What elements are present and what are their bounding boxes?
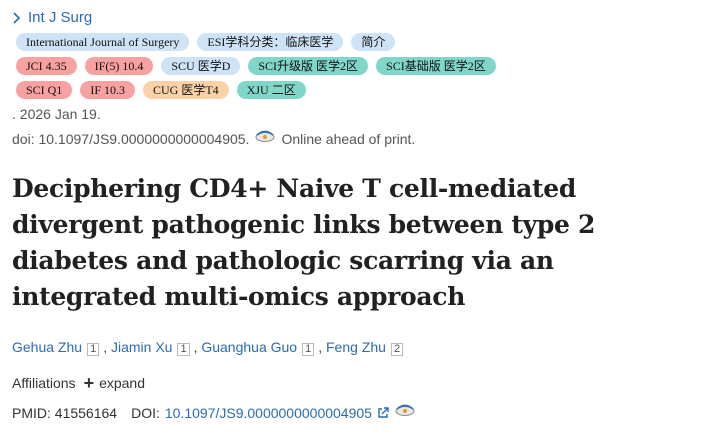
doi-value: 10.1097/JS9.0000000000004905 [164, 405, 372, 421]
pmid-label: PMID: [12, 405, 51, 421]
author-separator: , [193, 339, 198, 355]
chevron-right-icon [13, 11, 21, 24]
badge-esi-category[interactable]: ESI学科分类：临床医学 [197, 33, 344, 51]
author-link[interactable]: Jiamin Xu [111, 339, 172, 355]
badge-sci-upgraded[interactable]: SCI升级版 医学2区 [248, 57, 369, 75]
doi-group: DOI: 10.1097/JS9.0000000000004905 [131, 403, 416, 421]
external-link-icon [378, 407, 389, 418]
badge-row-2: JCI 4.35 IF(5) 10.4 SCU 医学D SCI升级版 医学2区 … [16, 57, 496, 75]
pmid-group: PMID: 41556164 [12, 405, 117, 421]
journal-label: Int J Surg [28, 9, 93, 26]
plus-icon: + [83, 373, 95, 393]
badge-if[interactable]: IF 10.3 [80, 81, 136, 99]
author-separator: , [103, 339, 108, 355]
author-link[interactable]: Gehua Zhu [12, 339, 82, 355]
badge-cug[interactable]: CUG 医学T4 [143, 81, 229, 99]
affiliation-ref[interactable]: 1 [302, 343, 315, 356]
affiliation-ref[interactable]: 1 [177, 343, 190, 356]
publication-date: . 2026 Jan 19. [12, 106, 101, 122]
online-ahead-icon[interactable] [254, 129, 276, 143]
journal-link[interactable]: Int J Surg [12, 9, 92, 26]
author-separator: , [318, 339, 323, 355]
doi-link[interactable]: 10.1097/JS9.0000000000004905 [165, 405, 389, 421]
badge-sci-basic[interactable]: SCI基础版 医学2区 [376, 57, 496, 75]
identifiers: PMID: 41556164 DOI: 10.1097/JS9.00000000… [12, 403, 416, 421]
affiliation-ref[interactable]: 1 [87, 343, 100, 356]
affiliations-label: Affiliations [12, 375, 76, 391]
online-ahead-icon[interactable] [394, 403, 416, 417]
badge-row-1: International Journal of Surgery ESI学科分类… [16, 33, 396, 51]
citation-doi-line: doi: 10.1097/JS9.0000000000004905. Onlin… [12, 129, 416, 147]
badge-intro[interactable]: 简介 [351, 33, 396, 51]
expand-button[interactable]: + expand [83, 373, 146, 393]
badge-jci[interactable]: JCI 4.35 [16, 57, 77, 75]
article-title: Deciphering CD4+ Naive T cell-mediated d… [12, 174, 596, 311]
author-link[interactable]: Feng Zhu [326, 339, 386, 355]
badge-if5[interactable]: IF(5) 10.4 [84, 57, 154, 75]
badge-row-3: SCI Q1 IF 10.3 CUG 医学T4 XJU 二区 [16, 81, 306, 99]
author-list: Gehua Zhu 1, Jiamin Xu 1, Guanghua Guo 1… [12, 339, 407, 356]
expand-label: expand [99, 375, 146, 391]
online-status: Online ahead of print. [281, 131, 416, 147]
badge-journal-name[interactable]: International Journal of Surgery [16, 33, 190, 51]
affiliation-ref[interactable]: 2 [390, 343, 404, 356]
pmid-value: 41556164 [54, 405, 118, 421]
doi-label: DOI: [131, 405, 160, 421]
citation-doi: doi: 10.1097/JS9.0000000000004905. [12, 131, 250, 147]
affiliations-toggle[interactable]: Affiliations + expand [12, 373, 146, 393]
badge-xju[interactable]: XJU 二区 [236, 81, 306, 99]
badge-sci-q1[interactable]: SCI Q1 [16, 81, 73, 99]
author-link[interactable]: Guanghua Guo [201, 339, 297, 355]
badge-scu[interactable]: SCU 医学D [161, 57, 241, 75]
